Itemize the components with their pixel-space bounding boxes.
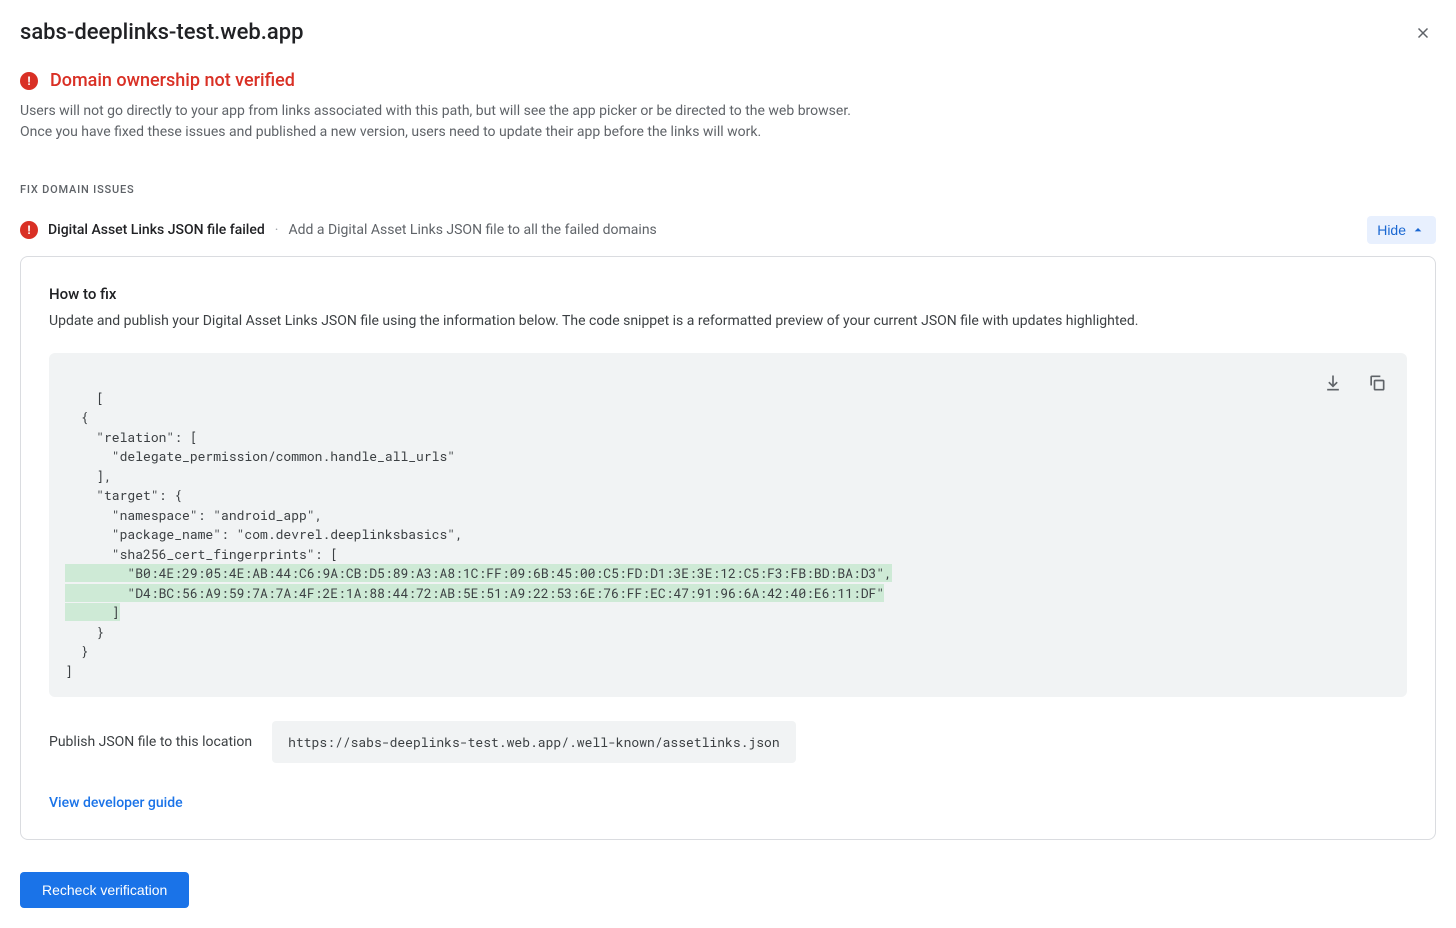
code-line: ], bbox=[65, 467, 112, 485]
code-block: [ { "relation": [ "delegate_permission/c… bbox=[49, 353, 1407, 697]
code-line: "target": { bbox=[65, 486, 182, 504]
code-line: [ bbox=[96, 389, 104, 407]
page-title: sabs-deeplinks-test.web.app bbox=[20, 20, 303, 45]
copy-icon bbox=[1367, 373, 1387, 393]
code-line-highlighted: "B0:4E:29:05:4E:AB:44:C6:9A:CB:D5:89:A3:… bbox=[65, 564, 892, 582]
issue-title: Digital Asset Links JSON file failed bbox=[48, 222, 265, 238]
code-line: "namespace": "android_app", bbox=[65, 506, 322, 524]
card-title: How to fix bbox=[49, 285, 1407, 303]
code-line: "delegate_permission/common.handle_all_u… bbox=[65, 447, 455, 465]
close-button[interactable] bbox=[1410, 20, 1436, 46]
issue-subtitle: Add a Digital Asset Links JSON file to a… bbox=[288, 222, 656, 238]
download-icon bbox=[1323, 373, 1343, 393]
alert-title: Domain ownership not verified bbox=[50, 70, 295, 91]
close-icon bbox=[1414, 24, 1432, 42]
copy-button[interactable] bbox=[1363, 369, 1391, 397]
code-line: } bbox=[65, 642, 88, 660]
publish-url: https://sabs-deeplinks-test.web.app/.wel… bbox=[272, 721, 795, 763]
error-icon: ! bbox=[20, 221, 38, 239]
code-line: "sha256_cert_fingerprints": [ bbox=[65, 545, 338, 563]
hide-label: Hide bbox=[1377, 222, 1406, 238]
developer-guide-link[interactable]: View developer guide bbox=[49, 795, 183, 811]
code-line-highlighted: ] bbox=[65, 603, 120, 621]
error-icon: ! bbox=[20, 72, 38, 90]
card-description: Update and publish your Digital Asset Li… bbox=[49, 313, 1407, 329]
issue-header: ! Digital Asset Links JSON file failed ·… bbox=[20, 216, 1436, 244]
code-line: } bbox=[65, 623, 104, 641]
code-line: ] bbox=[65, 662, 73, 680]
code-line: { bbox=[65, 408, 88, 426]
fix-card: How to fix Update and publish your Digit… bbox=[20, 256, 1436, 840]
code-line: "relation": [ bbox=[65, 428, 198, 446]
separator: · bbox=[275, 222, 279, 238]
alert-description: Users will not go directly to your app f… bbox=[20, 101, 880, 143]
code-line: "package_name": "com.devrel.deeplinksbas… bbox=[65, 525, 463, 543]
download-button[interactable] bbox=[1319, 369, 1347, 397]
chevron-up-icon bbox=[1410, 222, 1426, 238]
hide-button[interactable]: Hide bbox=[1367, 216, 1436, 244]
publish-label: Publish JSON file to this location bbox=[49, 734, 252, 750]
code-line-highlighted: "D4:BC:56:A9:59:7A:7A:4F:2E:1A:88:44:72:… bbox=[65, 584, 884, 602]
section-label: Fix domain issues bbox=[20, 183, 1436, 196]
